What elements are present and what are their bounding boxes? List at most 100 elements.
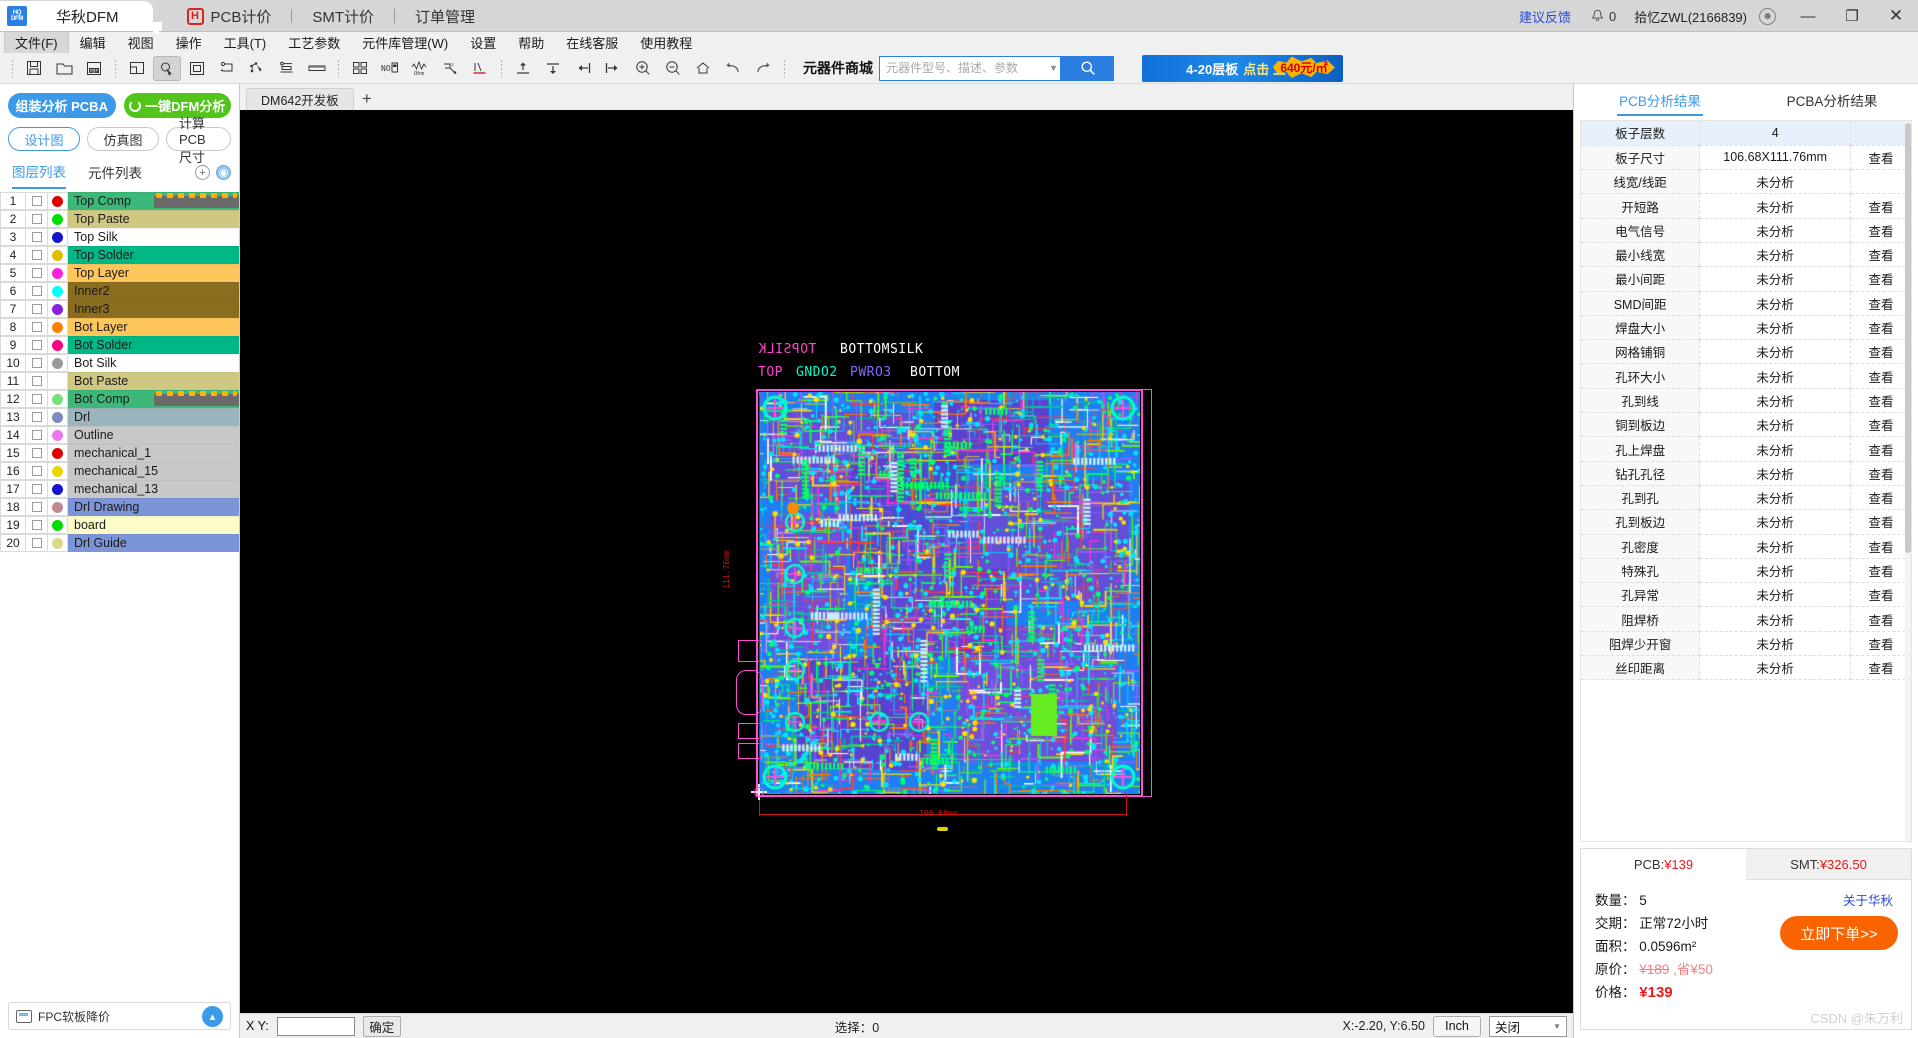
layer-name[interactable]: Drl Drawing: [68, 498, 239, 516]
layer-visibility-checkbox[interactable]: [26, 264, 48, 282]
confirm-button[interactable]: 确定: [363, 1016, 401, 1037]
maximize-button[interactable]: ❐: [1830, 1, 1874, 31]
price-tab-pcb[interactable]: PCB: ¥139: [1581, 849, 1746, 880]
app-tab-pcb-quote[interactable]: H PCB计价: [167, 1, 292, 31]
pcb-canvas[interactable]: TOPSILKBOTTOMSILKTOPGNDO2PWRO3BOTTOM: [240, 110, 1573, 1013]
layer-row[interactable]: 4Top Solder: [0, 246, 239, 264]
zoom-fit-home-button[interactable]: [689, 56, 717, 81]
layer-visibility-checkbox[interactable]: [26, 318, 48, 336]
unit-toggle-button[interactable]: Inch: [1433, 1016, 1481, 1037]
layer-color-swatch[interactable]: [48, 480, 68, 498]
layer-visibility-checkbox[interactable]: [26, 300, 48, 318]
menu-help[interactable]: 帮助: [507, 31, 555, 54]
analysis-item-action[interactable]: 查看: [1851, 534, 1911, 558]
layer-name[interactable]: mechanical_1: [68, 444, 239, 462]
layer-row[interactable]: 7Inner3: [0, 300, 239, 318]
menu-operate[interactable]: 操作: [165, 31, 213, 54]
plus-circle-icon[interactable]: +: [195, 165, 210, 180]
menu-file[interactable]: 文件(F): [4, 31, 69, 54]
analysis-item-action[interactable]: 查看: [1851, 145, 1911, 169]
layer-row[interactable]: 2Top Paste: [0, 210, 239, 228]
layer-name[interactable]: Drl Guide: [68, 534, 239, 552]
layer-name[interactable]: Bot Solder: [68, 336, 239, 354]
layer-name[interactable]: Inner3: [68, 300, 239, 318]
analysis-item-action[interactable]: 查看: [1851, 267, 1911, 291]
menu-tutorial[interactable]: 使用教程: [629, 31, 703, 54]
layer-color-swatch[interactable]: [48, 282, 68, 300]
layer-color-swatch[interactable]: [48, 318, 68, 336]
layer-color-swatch[interactable]: [48, 426, 68, 444]
layer-row[interactable]: 13Drl: [0, 408, 239, 426]
tab-layer-list[interactable]: 图层列表: [12, 161, 66, 189]
view-design-button[interactable]: 设计图: [8, 127, 80, 151]
price-tab-smt[interactable]: SMT: ¥326.50: [1746, 849, 1911, 880]
ohm-button[interactable]: Ohm: [406, 56, 434, 81]
net-pick-button[interactable]: [243, 56, 271, 81]
layer-list[interactable]: 1Top Comp2Top Paste3Top Silk4Top Solder5…: [0, 192, 239, 552]
about-huaqiu-link[interactable]: 关于华秋: [1843, 890, 1893, 909]
document-tab[interactable]: DM642开发板: [246, 88, 354, 110]
layer-name[interactable]: Drl: [68, 408, 239, 426]
analysis-item-action[interactable]: 查看: [1851, 485, 1911, 509]
layer-visibility-checkbox[interactable]: [26, 534, 48, 552]
component-search-input[interactable]: [880, 57, 1047, 80]
layer-visibility-checkbox[interactable]: [26, 336, 48, 354]
analysis-item-action[interactable]: 查看: [1851, 656, 1911, 680]
layer-row[interactable]: 18Drl Drawing: [0, 498, 239, 516]
layer-row[interactable]: 10Bot Silk: [0, 354, 239, 372]
layer-row[interactable]: 3Top Silk: [0, 228, 239, 246]
layer-color-swatch[interactable]: [48, 498, 68, 516]
tab-component-list[interactable]: 元件列表: [88, 162, 142, 188]
app-tab-order-mgmt[interactable]: 订单管理: [395, 1, 495, 31]
layer-name[interactable]: Bot Paste: [68, 372, 239, 390]
layer-name[interactable]: Top Solder: [68, 246, 239, 264]
layer-row[interactable]: 19board: [0, 516, 239, 534]
analysis-item-action[interactable]: 查看: [1851, 218, 1911, 242]
layer-name[interactable]: mechanical_13: [68, 480, 239, 498]
minimize-button[interactable]: —: [1786, 1, 1830, 31]
layer-color-swatch[interactable]: [48, 516, 68, 534]
select-cursor-button[interactable]: [153, 56, 181, 81]
layer-visibility-checkbox[interactable]: [26, 462, 48, 480]
analysis-item-action[interactable]: 查看: [1851, 558, 1911, 582]
flip-left-button[interactable]: [569, 56, 597, 81]
layer-color-swatch[interactable]: [48, 246, 68, 264]
menu-edit[interactable]: 编辑: [69, 31, 117, 54]
save-button[interactable]: [20, 56, 48, 81]
menu-online-support[interactable]: 在线客服: [555, 31, 629, 54]
avatar-icon[interactable]: ☻: [1759, 8, 1776, 25]
layer-visibility-checkbox[interactable]: [26, 498, 48, 516]
analysis-item-action[interactable]: 查看: [1851, 388, 1911, 412]
layer-visibility-checkbox[interactable]: [26, 192, 48, 210]
order-now-button[interactable]: 立即下单>>: [1780, 916, 1898, 950]
layer-name[interactable]: Top Layer: [68, 264, 239, 282]
view-simulation-button[interactable]: 仿真图: [87, 127, 159, 151]
measure-path-button[interactable]: [213, 56, 241, 81]
layer-visibility-checkbox[interactable]: [26, 210, 48, 228]
layer-color-swatch[interactable]: [48, 390, 68, 408]
pcba-assembly-analysis-button[interactable]: 组装分析 PCBA: [8, 93, 116, 118]
layer-visibility-checkbox[interactable]: [26, 480, 48, 498]
layer-visibility-checkbox[interactable]: [26, 228, 48, 246]
layer-name[interactable]: Inner2: [68, 282, 239, 300]
layer-row[interactable]: 12Bot Comp: [0, 390, 239, 408]
layer-color-swatch[interactable]: [48, 534, 68, 552]
layer-row[interactable]: 14Outline: [0, 426, 239, 444]
top-layer-button[interactable]: [509, 56, 537, 81]
component-search-box[interactable]: ▼: [879, 56, 1061, 81]
layer-name[interactable]: mechanical_15: [68, 462, 239, 480]
compare-button[interactable]: [346, 56, 374, 81]
layer-row[interactable]: 9Bot Solder: [0, 336, 239, 354]
layer-name[interactable]: Bot Layer: [68, 318, 239, 336]
zoom-out-button[interactable]: [659, 56, 687, 81]
analysis-item-action[interactable]: 查看: [1851, 242, 1911, 266]
layer-row[interactable]: 8Bot Layer: [0, 318, 239, 336]
menu-settings[interactable]: 设置: [459, 31, 507, 54]
area-select-button[interactable]: [183, 56, 211, 81]
analysis-item-action[interactable]: 查看: [1851, 461, 1911, 485]
xy-input[interactable]: [277, 1017, 355, 1036]
user-account-label[interactable]: 拾忆ZWL(2166839): [1626, 7, 1755, 26]
tab-pcb-analysis[interactable]: PCB分析结果: [1574, 84, 1746, 116]
layer-name[interactable]: Outline: [68, 426, 239, 444]
component-search-button[interactable]: [1061, 56, 1114, 81]
